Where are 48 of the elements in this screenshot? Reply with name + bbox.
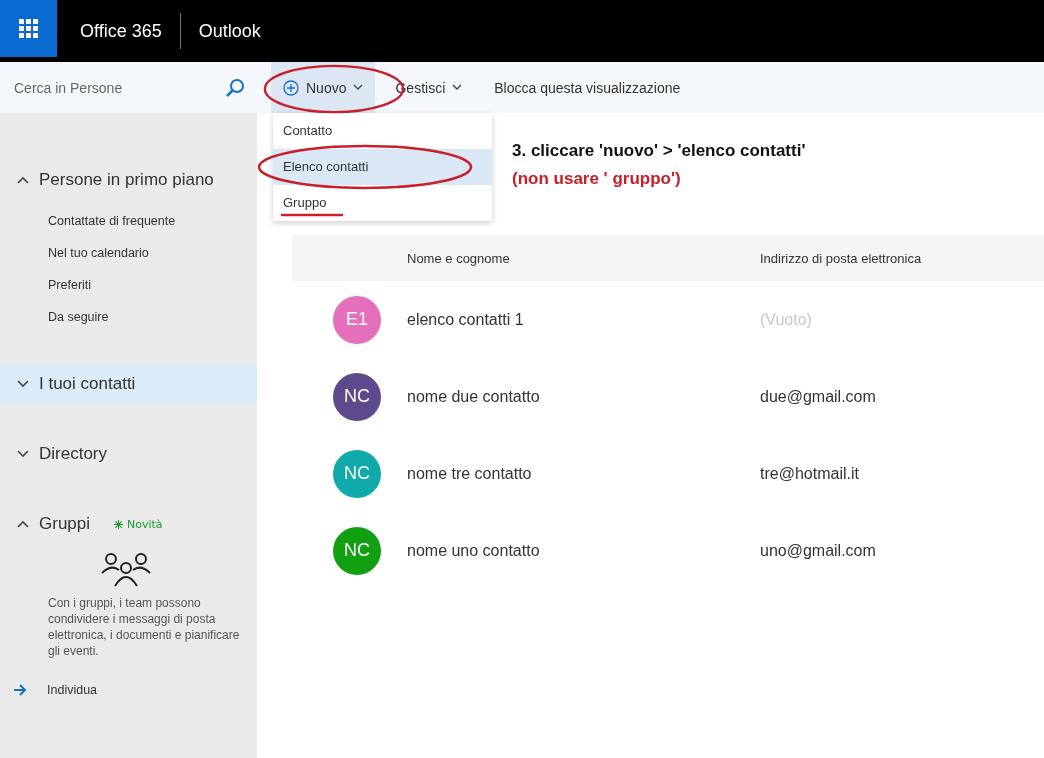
section-header[interactable]: Persone in primo piano [0, 161, 257, 199]
email-address: due@gmail.com [760, 387, 876, 406]
column-header[interactable]: Nome e cognome [407, 250, 760, 266]
contact-name[interactable]: nome due contatto [407, 387, 760, 406]
section-header[interactable]: Gruppi Novità [0, 505, 257, 543]
avatar: NC [333, 449, 381, 498]
groups-description: Con i gruppi, i team possono condividere i messaggi di posta elettronica, i documenti e pianificare gli eventi. [48, 595, 241, 659]
new-button[interactable]: Nuovo [271, 62, 376, 113]
section-header[interactable]: Directory [0, 435, 257, 473]
suite-name[interactable]: Office 365 [80, 20, 162, 42]
section-header[interactable]: I tuoi contatti [0, 365, 257, 403]
search-box[interactable]: Cerca in Persone [0, 62, 257, 113]
toolbar-button[interactable]: Blocca questa visualizzazione [482, 62, 693, 113]
search-field[interactable]: Cerca in Persone [12, 78, 225, 97]
chevron-down-icon [452, 84, 463, 91]
chevron-up-icon [17, 520, 29, 528]
arrow-right-icon [13, 684, 27, 696]
warning-text: (non usare ' gruppo') [512, 169, 682, 189]
sidebar-item[interactable]: Nel tuo calendario [48, 237, 257, 269]
email-address: uno@gmail.com [760, 541, 876, 560]
avatar: E1 [333, 295, 381, 344]
contact-name[interactable]: nome uno contatto [407, 541, 760, 560]
app-launcher-button[interactable] [0, 0, 57, 57]
avatar: NC [333, 372, 381, 421]
app-name[interactable]: Outlook [198, 20, 261, 42]
people-icon [100, 551, 152, 587]
sidebar-item[interactable]: Da seguire [48, 301, 257, 333]
chevron-down-icon [17, 450, 29, 458]
contact-name[interactable]: nome tre contatto [407, 464, 760, 483]
new-label: Novità [127, 517, 163, 531]
chevron-down-icon [17, 380, 29, 388]
discover-link[interactable]: Individua [47, 683, 98, 697]
chevron-down-icon [353, 84, 364, 91]
plus-circle-icon [283, 79, 299, 96]
column-header[interactable]: Indirizzo di posta elettronica [760, 250, 922, 266]
grid-icon [18, 18, 39, 39]
email-address: tre@hotmail.it [760, 464, 859, 483]
menu-item[interactable]: Gruppo [273, 185, 492, 221]
sidebar-item[interactable]: Contattate di frequente [48, 205, 257, 237]
chevron-up-icon [17, 176, 29, 184]
menu-item[interactable]: Elenco contatti [273, 149, 492, 185]
avatar: NC [333, 526, 381, 575]
contact-name[interactable]: elenco contatti 1 [407, 310, 760, 329]
search-icon[interactable] [225, 77, 245, 98]
sidebar-item[interactable]: Preferiti [48, 269, 257, 301]
instruction-text: 3. cliccare 'nuovo' > 'elenco contatti' [512, 141, 807, 161]
sparkle-icon [114, 519, 124, 529]
menu-item[interactable]: Contatto [273, 113, 492, 149]
